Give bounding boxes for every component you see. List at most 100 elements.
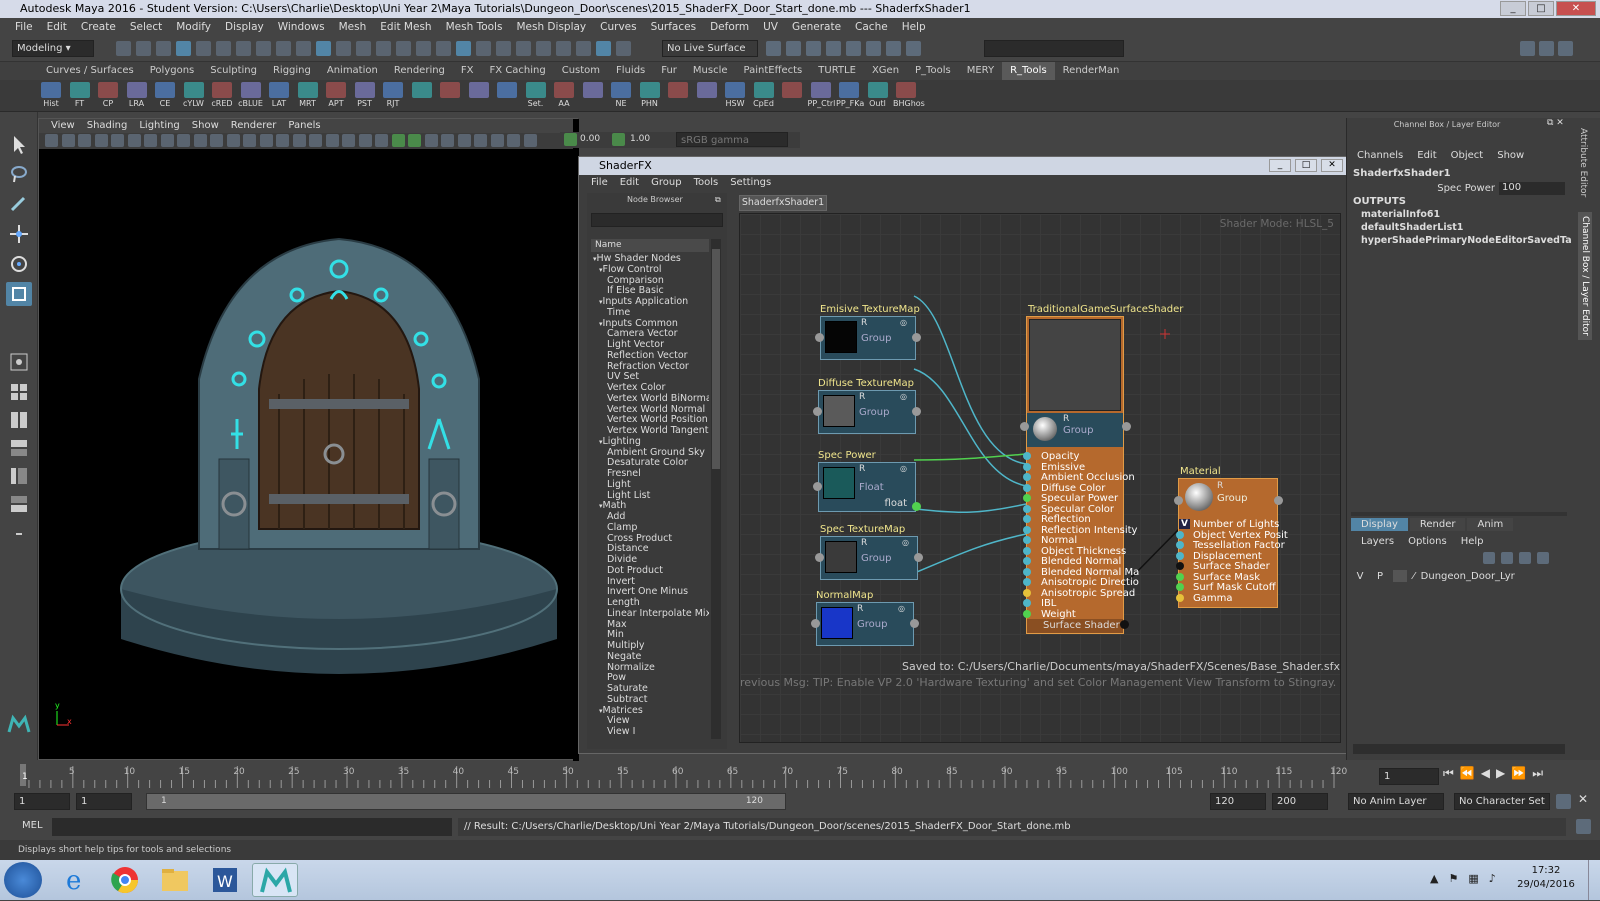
viewport-tool-icon[interactable] xyxy=(127,134,141,147)
shelf-tab-polygons[interactable]: Polygons xyxy=(142,62,203,80)
shelf-tab-fx-caching[interactable]: FX Caching xyxy=(482,62,554,80)
menu-display[interactable]: Display xyxy=(218,21,271,33)
shelf-tab-fluids[interactable]: Fluids xyxy=(608,62,653,80)
output-port[interactable] xyxy=(910,619,919,628)
node-normalmap[interactable]: R Group ◎ xyxy=(816,602,914,646)
output-port[interactable] xyxy=(912,333,921,342)
shaderfx-menu-edit[interactable]: Edit xyxy=(614,175,645,191)
anim-layer-dropdown[interactable]: No Anim Layer xyxy=(1348,793,1444,810)
four-pane-layout-icon[interactable] xyxy=(6,380,32,404)
menu-windows[interactable]: Windows xyxy=(271,21,332,33)
tree-item-view[interactable]: View xyxy=(607,715,630,726)
node-settings-icon[interactable]: ◎ xyxy=(900,464,907,473)
dungeon-door-model[interactable] xyxy=(99,229,559,689)
viewport-tool-icon[interactable] xyxy=(342,134,355,147)
viewport-menu-shading[interactable]: Shading xyxy=(81,119,134,133)
tree-item-comparison[interactable]: Comparison xyxy=(607,275,664,286)
shaderfx-menu-tools[interactable]: Tools xyxy=(688,175,725,191)
shelf-tool-icon13[interactable] xyxy=(409,82,435,110)
shelf-tool-cblue[interactable]: cBLUE xyxy=(238,82,264,110)
play-icon[interactable]: ▶ xyxy=(1496,766,1505,781)
shelf-tool-rjt[interactable]: RJT xyxy=(380,82,406,110)
viewport-tool-icon[interactable] xyxy=(276,134,289,147)
ie-icon[interactable]: e xyxy=(52,863,98,897)
step-forward-key-icon[interactable]: ⏩ xyxy=(1511,766,1526,781)
render-tool-icon[interactable] xyxy=(766,41,781,56)
node-material[interactable]: R Group V Number of Lights Object Vertex Pos… xyxy=(1178,478,1288,608)
render-tool-icon[interactable] xyxy=(866,41,881,56)
input-port[interactable] xyxy=(1023,473,1031,481)
preferences-icon[interactable]: ✕ xyxy=(1578,792,1588,806)
menuset-dropdown[interactable]: Modeling ▾ xyxy=(12,40,94,57)
range-bar[interactable]: 1 120 xyxy=(146,793,786,810)
shelf-tool-pp-ctrl[interactable]: PP_Ctrl xyxy=(808,82,835,110)
status-tool-icon[interactable] xyxy=(556,41,571,56)
input-port[interactable] xyxy=(1020,422,1029,431)
layout-icon[interactable] xyxy=(1520,41,1535,56)
render-tool-icon[interactable] xyxy=(786,41,801,56)
playback-start-field[interactable]: 1 xyxy=(76,793,132,810)
node-search-input[interactable] xyxy=(591,213,723,227)
start-time-field[interactable]: 1 xyxy=(14,793,70,810)
explorer-icon[interactable] xyxy=(152,863,198,897)
output-port[interactable] xyxy=(914,553,923,562)
channel-menu-object[interactable]: Object xyxy=(1451,150,1484,161)
menu-mesh[interactable]: Mesh xyxy=(332,21,374,33)
tree-item-light-list[interactable]: Light List xyxy=(607,490,650,501)
shelf-tool-cylw[interactable]: cYLW xyxy=(181,82,207,110)
layer-menu-help[interactable]: Help xyxy=(1461,536,1484,547)
menu-generate[interactable]: Generate xyxy=(785,21,848,33)
tree-item-invert-one-minus[interactable]: Invert One Minus xyxy=(607,586,688,597)
tree-item-reflection-vector[interactable]: Reflection Vector xyxy=(607,350,688,361)
input-port[interactable] xyxy=(813,407,822,416)
shelf-tool-pst[interactable]: PST xyxy=(352,82,378,110)
status-tool-icon[interactable] xyxy=(356,41,371,56)
status-tool-icon[interactable] xyxy=(216,41,231,56)
time-slider[interactable]: 5 10 15 20 25 30 35 40 45 50 55 60 65 70 75 80 85 90 95 100… xyxy=(0,762,1375,790)
input-port[interactable] xyxy=(1176,530,1184,539)
tree-item-multiply[interactable]: Multiply xyxy=(607,640,645,651)
maximize-button[interactable]: □ xyxy=(1528,1,1554,16)
shaderfx-menu-group[interactable]: Group xyxy=(645,175,687,191)
flag-icon[interactable]: ⚑ xyxy=(1448,872,1458,885)
input-port[interactable] xyxy=(1023,557,1031,565)
shelf-tab-painteffects[interactable]: PaintEffects xyxy=(736,62,811,80)
layer-tab-display[interactable]: Display xyxy=(1351,518,1408,531)
layer-visibility-toggle[interactable]: V xyxy=(1353,571,1367,582)
render-tool-icon[interactable] xyxy=(806,41,821,56)
tree-item-ambient-ground-sky[interactable]: Ambient Ground Sky xyxy=(607,447,705,458)
word-icon[interactable]: W xyxy=(202,863,248,897)
go-to-end-icon[interactable]: ⏭ xyxy=(1532,766,1543,781)
tree-item-add[interactable]: Add xyxy=(607,511,625,522)
shaderfx-close-button[interactable]: ✕ xyxy=(1321,159,1343,172)
tree-item-time[interactable]: Time xyxy=(607,307,630,318)
shelf-tab-r-tools[interactable]: R_Tools xyxy=(1002,62,1055,80)
shelf-tool-aa[interactable]: AA xyxy=(551,82,577,110)
menu-surfaces[interactable]: Surfaces xyxy=(644,21,703,33)
menu-curves[interactable]: Curves xyxy=(593,21,643,33)
layout-icon[interactable] xyxy=(1539,41,1554,56)
input-port[interactable] xyxy=(1176,551,1184,560)
viewport-tool-icon[interactable] xyxy=(144,134,157,147)
step-back-key-icon[interactable]: ⏪ xyxy=(1460,766,1475,781)
status-tool-icon[interactable] xyxy=(116,41,131,56)
shaderfx-menu-settings[interactable]: Settings xyxy=(724,175,777,191)
tree-item-desaturate-color[interactable]: Desaturate Color xyxy=(607,457,688,468)
channel-menu-show[interactable]: Show xyxy=(1497,150,1524,161)
node-traditional-game-surface-shader[interactable]: R Group Opacity Emissive Ambient Occlusion Di… xyxy=(1026,316,1139,634)
tree-item-linear-interpolate-mix[interactable]: Linear Interpolate Mix xyxy=(607,608,709,619)
viewport-menu-renderer[interactable]: Renderer xyxy=(225,119,283,133)
node-settings-icon[interactable]: ◎ xyxy=(900,318,907,327)
status-tool-icon[interactable] xyxy=(536,41,551,56)
viewport-tool-icon[interactable] xyxy=(259,134,273,147)
node-settings-icon[interactable]: ◎ xyxy=(902,538,909,547)
tree-item-flow-control[interactable]: ▾Flow Control xyxy=(599,264,662,275)
shelf-tool-cp[interactable]: CP xyxy=(95,82,121,110)
input-port[interactable] xyxy=(815,333,824,342)
viewport-tool-icon[interactable] xyxy=(177,134,190,147)
paint-select-tool-icon[interactable] xyxy=(6,192,32,216)
new-layer-selected-icon[interactable] xyxy=(1537,552,1549,564)
shelf-tool-apt[interactable]: APT xyxy=(323,82,349,110)
tree-item-inputs-application[interactable]: ▾Inputs Application xyxy=(599,296,688,307)
node-settings-icon[interactable]: ◎ xyxy=(898,604,905,613)
